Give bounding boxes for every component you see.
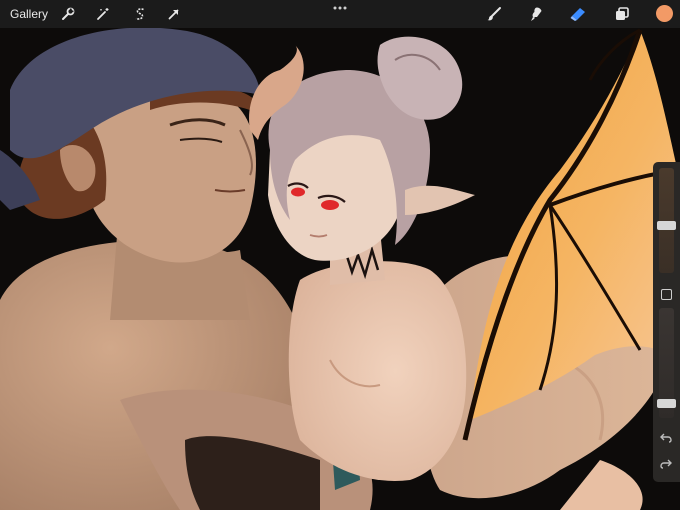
procreate-app: Gallery	[0, 0, 680, 510]
layers-icon[interactable]	[612, 4, 632, 24]
smudge-finger-icon[interactable]	[526, 4, 546, 24]
brush-size-thumb[interactable]	[657, 220, 676, 230]
redo-arrow-icon[interactable]	[658, 456, 674, 472]
selection-s-icon[interactable]	[130, 4, 150, 24]
drawing-canvas[interactable]	[0, 0, 680, 510]
artwork	[0, 0, 680, 510]
eraser-icon[interactable]	[568, 4, 588, 24]
magic-wand-icon[interactable]	[93, 4, 113, 24]
top-toolbar: Gallery	[0, 0, 680, 28]
opacity-thumb[interactable]	[657, 398, 676, 408]
color-picker-swatch[interactable]	[656, 5, 673, 22]
more-options-icon[interactable]	[330, 2, 350, 14]
undo-arrow-icon[interactable]	[658, 430, 674, 446]
arrow-cursor-icon[interactable]	[164, 4, 184, 24]
side-toolbar	[653, 162, 680, 482]
modify-button[interactable]	[661, 289, 672, 300]
wrench-icon[interactable]	[58, 4, 78, 24]
brush-icon[interactable]	[484, 4, 504, 24]
gallery-button[interactable]: Gallery	[10, 7, 48, 21]
